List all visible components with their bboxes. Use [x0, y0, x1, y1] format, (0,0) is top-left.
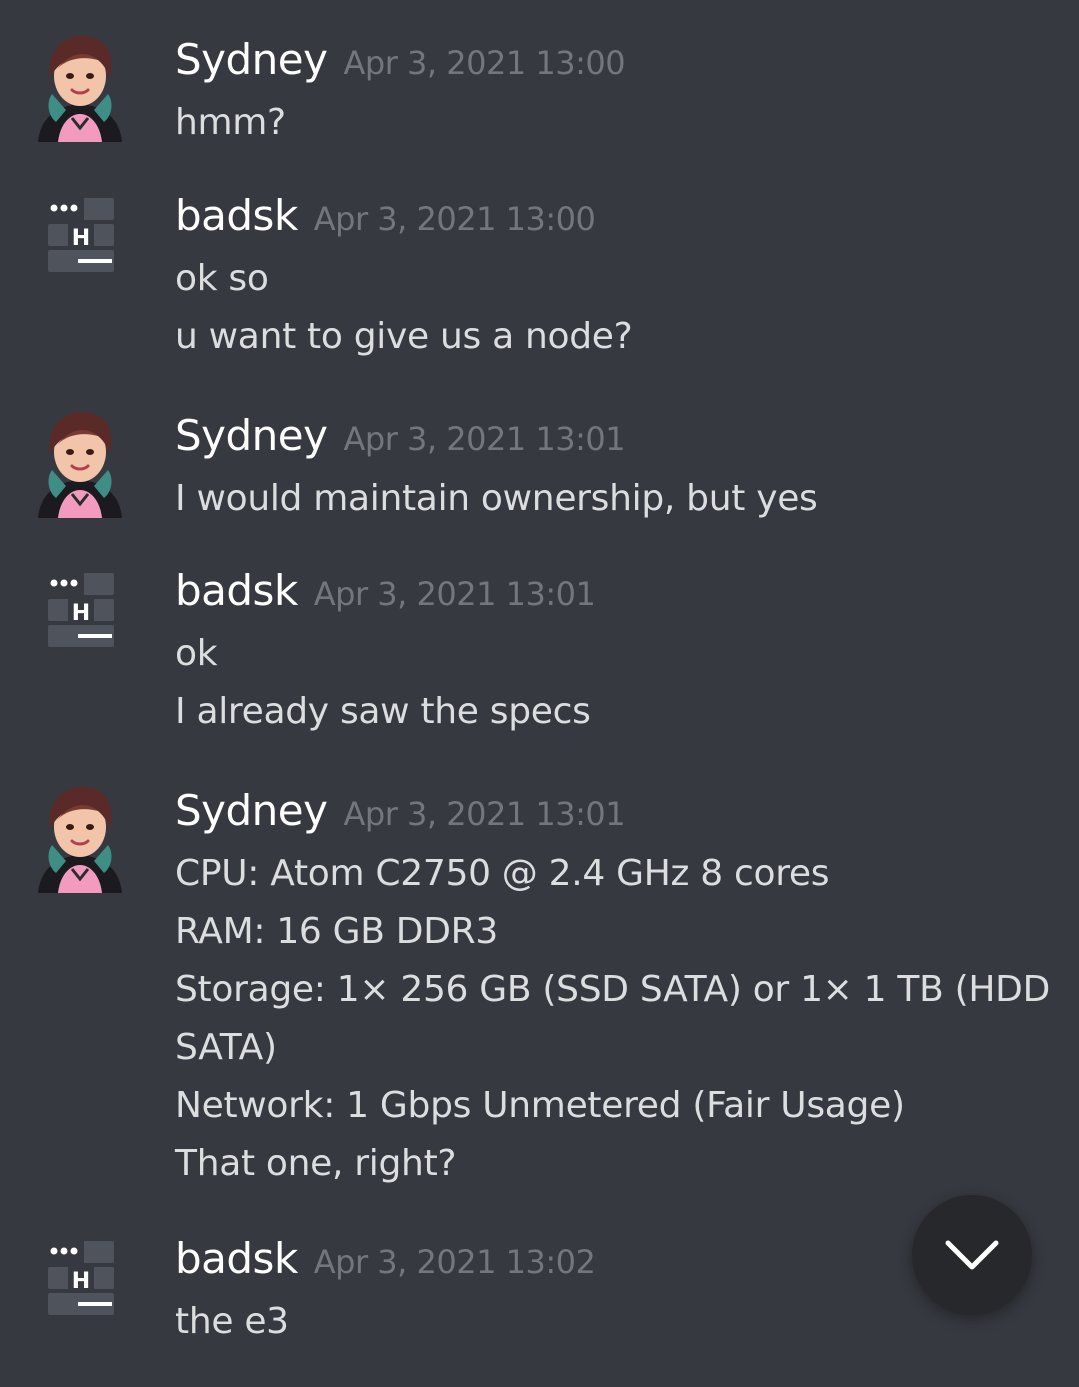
- message-line[interactable]: u want to give us a node?: [175, 308, 1025, 366]
- message-author[interactable]: badsk: [175, 191, 298, 240]
- message-content: hmm?: [175, 94, 1025, 152]
- message-author[interactable]: Sydney: [175, 786, 328, 835]
- message-author[interactable]: badsk: [175, 566, 298, 615]
- message-line[interactable]: hmm?: [175, 94, 1025, 152]
- message-header: badsk Apr 3, 2021 13:00: [175, 188, 596, 244]
- server-avatar-letter: H: [72, 601, 90, 626]
- message-header: Sydney Apr 3, 2021 13:01: [175, 783, 626, 839]
- chevron-down-icon: [945, 1240, 999, 1270]
- message-content: the e3: [175, 1293, 1025, 1351]
- message-header: badsk Apr 3, 2021 13:02: [175, 1231, 596, 1287]
- message-timestamp: Apr 3, 2021 13:00: [313, 200, 596, 238]
- message-header: Sydney Apr 3, 2021 13:00: [175, 32, 626, 88]
- message-content: ok so u want to give us a node?: [175, 250, 1025, 366]
- message-line[interactable]: RAM: 16 GB DDR3: [175, 903, 1025, 961]
- message-line[interactable]: I already saw the specs: [175, 683, 1025, 741]
- message-line[interactable]: ok so: [175, 250, 1025, 308]
- message-author[interactable]: badsk: [175, 1234, 298, 1283]
- message-line[interactable]: Network: 1 Gbps Unmetered (Fair Usage): [175, 1077, 1025, 1135]
- message-content: CPU: Atom C2750 @ 2.4 GHz 8 cores RAM: 1…: [175, 845, 1050, 1193]
- message-author[interactable]: Sydney: [175, 35, 328, 84]
- message-author[interactable]: Sydney: [175, 411, 328, 460]
- message-line[interactable]: SATA): [175, 1019, 1025, 1077]
- server-avatar-icon[interactable]: H: [44, 188, 118, 272]
- message-timestamp: Apr 3, 2021 13:00: [343, 44, 626, 82]
- message-line[interactable]: That one, right?: [175, 1135, 1025, 1193]
- message-line[interactable]: the e3: [175, 1293, 1025, 1351]
- message-timestamp: Apr 3, 2021 13:01: [313, 575, 596, 613]
- message-timestamp: Apr 3, 2021 13:01: [343, 420, 626, 458]
- user-avatar-icon[interactable]: [28, 783, 132, 893]
- user-avatar-icon[interactable]: [28, 408, 132, 518]
- message-line[interactable]: ok: [175, 625, 1025, 683]
- message-line[interactable]: Storage: 1× 256 GB (SSD SATA) or 1× 1 TB…: [175, 961, 1050, 1019]
- message-header: badsk Apr 3, 2021 13:01: [175, 563, 596, 619]
- message-content: ok I already saw the specs: [175, 625, 1025, 741]
- message-timestamp: Apr 3, 2021 13:01: [343, 795, 626, 833]
- user-avatar-icon[interactable]: [28, 32, 132, 142]
- jump-to-bottom-button[interactable]: [912, 1195, 1032, 1315]
- server-avatar-letter: H: [72, 1269, 90, 1294]
- server-avatar-icon[interactable]: H: [44, 1231, 118, 1315]
- server-avatar-icon[interactable]: H: [44, 563, 118, 647]
- message-line[interactable]: CPU: Atom C2750 @ 2.4 GHz 8 cores: [175, 845, 1025, 903]
- message-header: Sydney Apr 3, 2021 13:01: [175, 408, 626, 464]
- message-timestamp: Apr 3, 2021 13:02: [313, 1243, 596, 1281]
- server-avatar-letter: H: [72, 226, 90, 251]
- message-content: I would maintain ownership, but yes: [175, 470, 1025, 528]
- message-line[interactable]: I would maintain ownership, but yes: [175, 470, 1025, 528]
